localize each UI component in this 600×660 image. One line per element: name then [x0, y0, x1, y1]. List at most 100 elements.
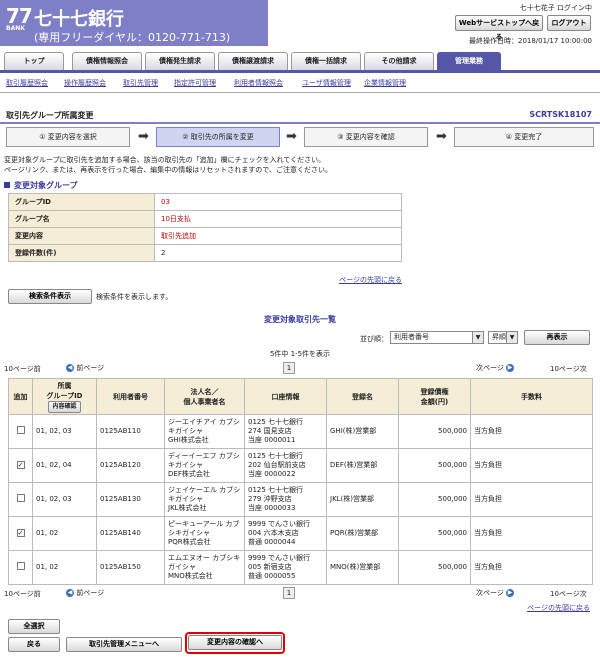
detail-confirm-button[interactable]: 内容確認 — [48, 400, 81, 413]
registered-amount: 500,000 — [398, 482, 471, 517]
info-row: グループ名 10日支払 — [8, 210, 402, 228]
submenu-permission-management[interactable]: 指定許可管理 — [174, 78, 216, 88]
add-checkbox[interactable]: ✓ — [16, 461, 25, 469]
registered-name: DEF(株)営業部 — [326, 448, 399, 483]
submenu-user-info[interactable]: 利用者情報照会 — [234, 78, 283, 88]
info-row: グループID 03 — [8, 193, 402, 211]
account-info: 0125 七十七銀行 202 仙台駅前支店 当座 0000022 — [244, 448, 327, 483]
tab-management[interactable]: 管理業務 — [437, 52, 501, 70]
add-checkbox[interactable] — [16, 426, 25, 434]
fee-bearer: 当方負担 — [470, 516, 593, 551]
fee-bearer: 当方負担 — [470, 448, 593, 483]
col-group-id: 所属 グループID 内容確認 — [32, 378, 97, 415]
page-number[interactable]: 1 — [283, 362, 295, 374]
add-checkbox[interactable] — [16, 562, 25, 570]
prev-page: ◀ 前ページ — [66, 364, 105, 372]
redisplay-button[interactable]: 再表示 — [524, 330, 590, 345]
registered-amount: 500,000 — [398, 516, 471, 551]
arrow-left-icon: ◀ — [66, 589, 74, 597]
registered-amount: 500,000 — [398, 550, 471, 585]
arrow-left-icon: ◀ — [66, 364, 74, 372]
partner-table: 追加 所属 グループID 内容確認 利用者番号 法人名／ 個人事業者名 口座情報 … — [8, 378, 593, 585]
account-info: 0125 七十七銀行 279 沖野支店 当座 0000033 — [244, 482, 327, 517]
add-checkbox-cell[interactable] — [8, 550, 33, 585]
info-label: 変更内容 — [8, 227, 155, 245]
add-checkbox[interactable] — [16, 494, 25, 502]
page-top-link[interactable]: ページの先頭に戻る — [527, 603, 590, 613]
tab-claim-info[interactable]: 債権情報照会 — [72, 52, 142, 70]
col-fee: 手数料 — [470, 378, 593, 415]
logout-button[interactable]: ログアウト — [547, 15, 591, 31]
tab-underline — [0, 70, 600, 73]
step-arrow-icon: ➡ — [436, 129, 447, 144]
instruction-text: 変更対象グループに取引先を追加する場合、該当の取引先の「追加」欄にチェックを入れ… — [4, 156, 326, 164]
title-divider — [0, 122, 600, 124]
info-label: グループ名 — [8, 210, 155, 228]
table-row: ✓ 01, 02 0125AB140 ピーキューアール カブシキガイシャ PQR株式会社… — [8, 516, 593, 551]
company-name: ピーキューアール カブシキガイシャ PQR株式会社 — [164, 516, 245, 551]
col-group-id-label: 所属 — [57, 381, 72, 390]
col-group-id-label: グループID — [46, 391, 83, 400]
add-checkbox-cell[interactable] — [8, 414, 33, 449]
info-row: 変更内容 取引先追加 — [8, 227, 402, 245]
info-value: 10日支払 — [154, 210, 402, 228]
screen-id: SCRTSK18107 — [529, 110, 592, 119]
chevron-down-icon: ▼ — [472, 332, 483, 343]
add-checkbox-cell[interactable]: ✓ — [8, 516, 33, 551]
confirm-changes-button[interactable]: 変更内容の確認へ — [188, 635, 282, 650]
web-service-top-button[interactable]: Webサービストップへ戻る — [455, 15, 543, 41]
fee-bearer: 当方負担 — [470, 482, 593, 517]
search-condition-button[interactable]: 検索条件表示 — [8, 289, 92, 304]
sort-label: 並び順： — [360, 335, 388, 343]
submenu-partner-management[interactable]: 取引先管理 — [123, 78, 158, 88]
next-page: 次ページ ▶ — [476, 364, 515, 372]
prev-10-pages: 10ページ前 — [4, 365, 41, 373]
submenu-transaction-history[interactable]: 取引履歴照会 — [6, 78, 48, 88]
back-button[interactable]: 戻る — [8, 637, 60, 652]
col-amount: 登録債権 金額(円) — [398, 378, 471, 415]
sort-field-select[interactable]: 利用者番号 ▼ — [390, 331, 484, 344]
submenu-divider — [0, 92, 600, 93]
tab-claim-bulk[interactable]: 債権一括請求 — [291, 52, 361, 70]
company-name: エムエヌオー カブシキガイシャ MNO株式会社 — [164, 550, 245, 585]
square-bullet-icon — [4, 182, 10, 188]
user-number: 0125AB110 — [96, 414, 165, 449]
tab-claim-issue[interactable]: 債権発生請求 — [145, 52, 215, 70]
page-title: 取引先グループ所属変更 — [6, 111, 94, 120]
submenu-user-management[interactable]: ユーザ情報管理 — [302, 78, 351, 88]
partner-menu-button[interactable]: 取引先管理メニューへ — [66, 637, 182, 652]
result-count: 5件中 1-5件を表示 — [269, 350, 331, 358]
submenu-company-info[interactable]: 企業情報管理 — [364, 78, 406, 88]
add-checkbox-cell[interactable] — [8, 482, 33, 517]
select-all-button[interactable]: 全選択 — [8, 619, 60, 634]
group-ids: 01, 02 — [32, 550, 97, 585]
tab-other[interactable]: その他請求 — [364, 52, 434, 70]
page-number[interactable]: 1 — [283, 587, 295, 599]
tab-top[interactable]: トップ — [4, 52, 64, 70]
tab-claim-transfer[interactable]: 債権譲渡請求 — [218, 52, 288, 70]
col-reg-name: 登録名 — [326, 378, 399, 415]
table-row: ✓ 01, 02, 04 0125AB120 ディーイーエフ カブシキガイシャ DEF株… — [8, 448, 593, 483]
sort-order-select[interactable]: 昇順 ▼ — [488, 331, 518, 344]
table-row: 01, 02, 03 0125AB130 ジェイケーエル カブシキガイシャ JKL株式… — [8, 482, 593, 517]
next-10-pages: 10ページ次 — [550, 365, 587, 373]
user-number: 0125AB120 — [96, 448, 165, 483]
col-add: 追加 — [8, 378, 33, 415]
company-name: ジーエイチアイ カブシキガイシャ GHI株式会社 — [164, 414, 245, 449]
add-checkbox[interactable]: ✓ — [16, 529, 25, 537]
logo-bank-text: BANK — [6, 25, 25, 32]
last-operation-time: 最終操作日時：2018/01/17 10:00:00 — [468, 37, 592, 45]
page-top-link[interactable]: ページの先頭に戻る — [339, 275, 402, 285]
user-number: 0125AB130 — [96, 482, 165, 517]
registered-name: MNO(株)営業部 — [326, 550, 399, 585]
group-info-table: グループID 03 グループ名 10日支払 変更内容 取引先追加 登録件数(件) 2 — [8, 193, 402, 262]
step-2-current: ② 取引先の所属を変更 — [156, 127, 280, 147]
fee-bearer: 当方負担 — [470, 414, 593, 449]
submenu-operation-history[interactable]: 操作履歴照会 — [64, 78, 106, 88]
table-header-row: 追加 所属 グループID 内容確認 利用者番号 法人名／ 個人事業者名 口座情報 … — [8, 378, 593, 415]
step-1: ① 変更内容を選択 — [6, 127, 130, 147]
instruction-text: ページリンク、または、再表示を行った場合、編集中の情報はリセットされますので、ご… — [4, 166, 332, 174]
add-checkbox-cell[interactable]: ✓ — [8, 448, 33, 483]
col-name: 法人名／ 個人事業者名 — [164, 378, 245, 415]
registered-amount: 500,000 — [398, 414, 471, 449]
